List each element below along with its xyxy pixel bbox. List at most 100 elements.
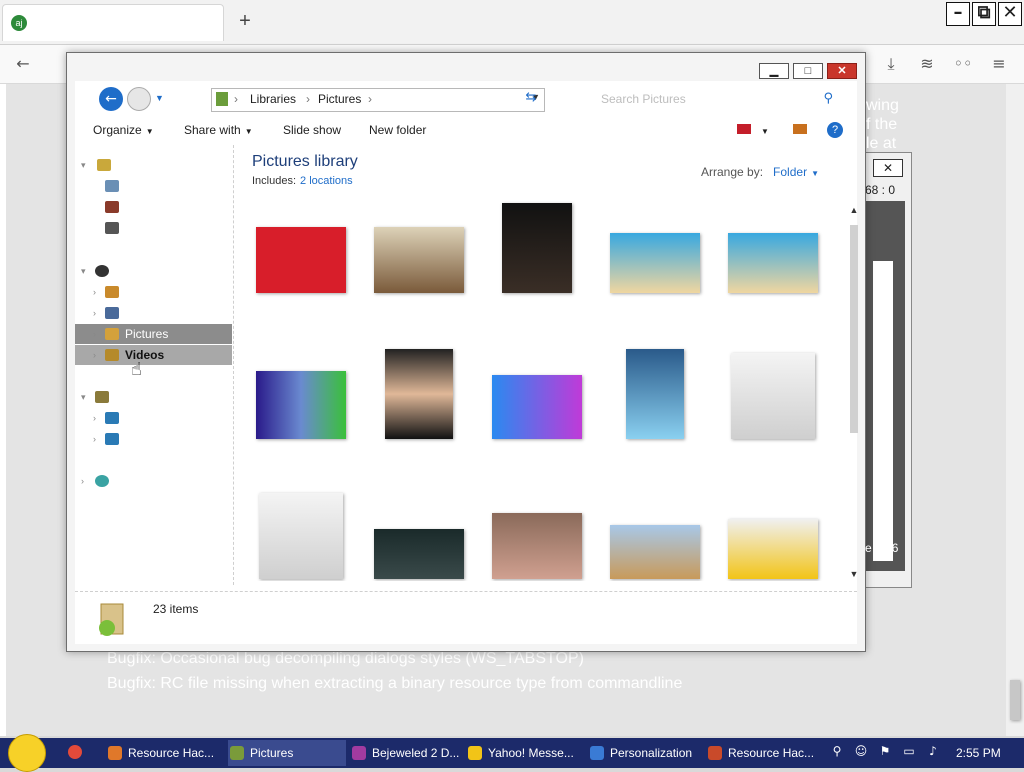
thumbnail-image[interactable] <box>728 233 818 293</box>
nav-libraries[interactable]: ▾ Libraries <box>75 261 232 281</box>
back-arrow-icon[interactable]: ← <box>12 53 34 75</box>
breadcrumb-pictures[interactable]: Pictures <box>318 92 361 106</box>
nav-music[interactable]: › Music <box>75 303 232 323</box>
expand-icon[interactable]: › <box>93 324 96 344</box>
nav-computer[interactable]: ▾ Computer <box>75 387 232 407</box>
thumbnail-item[interactable]: morbius-4k-cover <box>481 201 593 327</box>
taskbar-button[interactable]: Resource Hac... <box>706 740 818 766</box>
chevron-down-icon[interactable]: ▼ <box>811 169 819 178</box>
nav-recent-places[interactable]: Recent Places <box>75 218 232 238</box>
download-icon[interactable]: ⤓ <box>880 53 902 75</box>
thumbnail-item[interactable]: blue-man <box>599 347 711 473</box>
thumbnail-item[interactable]: made-in-logo <box>481 347 593 473</box>
thumbnail-item[interactable]: desktop.ini <box>717 347 829 473</box>
search-icon[interactable]: ⚲ <box>830 744 844 758</box>
thumbnail-item[interactable]: gentleman-comic-panel2 <box>717 201 829 327</box>
organize-button[interactable]: Organize ▼ <box>93 123 154 137</box>
thumbnail-image[interactable] <box>256 227 346 293</box>
thumbnail-item[interactable]: toilet-closeup <box>363 201 475 327</box>
expand-icon[interactable]: ▾ <box>81 387 86 407</box>
volume-icon[interactable]: ♪ <box>926 744 940 758</box>
address-bar[interactable]: › Libraries › Pictures › ▼ <box>211 88 545 112</box>
expand-icon[interactable]: › <box>81 471 84 491</box>
share-with-button[interactable]: Share with ▼ <box>184 123 253 137</box>
thumbnail-item[interactable]: pyramid-of-giza <box>599 487 711 581</box>
expand-icon[interactable]: ▾ <box>81 155 86 175</box>
expand-icon[interactable]: ▾ <box>81 261 86 281</box>
flag-icon[interactable]: ≋ <box>916 53 938 75</box>
restore-icon[interactable]: ⧉ <box>972 2 996 26</box>
taskbar-button[interactable]: Bejeweled 2 D... <box>350 740 462 766</box>
thumbnail-image[interactable] <box>728 519 818 579</box>
browser-tab[interactable]: aj <box>2 4 224 41</box>
monitor-tray-icon[interactable]: ▭ <box>902 744 916 758</box>
nav-downloads[interactable]: Downloads <box>75 197 232 217</box>
taskbar-button[interactable]: Pictures <box>228 740 346 766</box>
scroll-thumb[interactable] <box>850 225 858 433</box>
extension-icon[interactable]: ◦◦ <box>952 53 974 75</box>
taskbar-button[interactable]: Resource Hac... <box>106 740 224 766</box>
expand-icon[interactable]: › <box>93 345 96 365</box>
dialog-close-icon[interactable]: ✕ <box>873 159 903 177</box>
thumbnail-image[interactable] <box>610 525 700 579</box>
thumbnail-image[interactable] <box>374 529 464 579</box>
thumbnail-item[interactable]: tails-hitler-indeed-hitler-is-dead-a...-… <box>245 201 357 338</box>
search-box[interactable]: Search Pictures ⚲ <box>597 88 837 110</box>
minimize-button[interactable]: ▁ <box>759 63 789 79</box>
thumbnail-image[interactable] <box>731 353 815 439</box>
nav-desktop[interactable]: Desktop <box>75 176 232 196</box>
slide-show-button[interactable]: Slide show <box>283 123 341 137</box>
thumbnail-image[interactable] <box>385 349 453 439</box>
flag-tray-icon[interactable]: ⚑ <box>878 744 892 758</box>
thumbnail-image[interactable] <box>256 371 346 439</box>
preview-pane-icon[interactable] <box>793 124 807 134</box>
close-icon[interactable]: ✕ <box>998 2 1022 26</box>
history-dropdown-icon[interactable]: ▼ <box>155 93 164 103</box>
breadcrumb-libraries[interactable]: Libraries <box>250 92 296 106</box>
page-scrollbar[interactable] <box>1006 84 1024 736</box>
view-dropdown-icon[interactable]: ▼ <box>761 127 769 136</box>
thumbnail-item[interactable]: hand-photo <box>481 487 593 581</box>
content-scrollbar[interactable]: ▲ ▼ <box>847 205 861 585</box>
scroll-thumb[interactable] <box>1010 680 1020 720</box>
new-tab-button[interactable]: + <box>234 10 256 32</box>
nav-videos[interactable]: › Videos <box>75 345 232 365</box>
thumbnail-image[interactable] <box>502 203 572 293</box>
thumbnail-image[interactable] <box>259 493 343 579</box>
thumbnail-item[interactable]: mark-zuckerberg <box>363 347 475 473</box>
thumbnail-image[interactable] <box>492 513 582 579</box>
expand-icon[interactable]: › <box>93 303 96 323</box>
start-button[interactable] <box>8 734 46 772</box>
scroll-down-icon[interactable]: ▼ <box>847 569 861 579</box>
menu-icon[interactable]: ≡ <box>988 53 1010 75</box>
maximize-button[interactable]: □ <box>793 63 823 79</box>
thumbnail-item[interactable]: morbius-closeup <box>363 487 475 581</box>
expand-icon[interactable]: › <box>93 429 96 449</box>
expand-icon[interactable]: › <box>93 282 96 302</box>
arrange-dropdown[interactable]: Folder <box>773 165 807 179</box>
taskbar-button[interactable]: Yahoo! Messe... <box>466 740 584 766</box>
nav-pictures[interactable]: › Pictures <box>75 324 232 344</box>
minimize-icon[interactable]: – <box>946 2 970 26</box>
expand-icon[interactable]: › <box>93 408 96 428</box>
nav-network[interactable]: › Network <box>75 471 232 491</box>
new-folder-button[interactable]: New folder <box>369 123 426 137</box>
thumbnail-image[interactable] <box>492 375 582 439</box>
clock[interactable]: 2:55 PM <box>956 746 1001 760</box>
chrome-icon[interactable] <box>68 745 82 759</box>
back-button[interactable]: ← <box>99 87 123 111</box>
thumbnail-image[interactable] <box>626 349 684 439</box>
nav-local-disk[interactable]: › Local Disk (C:) <box>75 408 232 428</box>
forward-button[interactable] <box>127 87 151 111</box>
thumbnail-item[interactable]: usa-map <box>717 487 829 581</box>
taskbar-button[interactable]: Personalization <box>588 740 702 766</box>
thumbnail-item[interactable]: old-man-meme <box>245 347 357 473</box>
messenger-tray-icon[interactable]: ☺ <box>854 744 868 758</box>
thumbnail-item[interactable]: desktop.ini <box>245 487 357 581</box>
view-icon[interactable] <box>737 124 751 134</box>
close-button[interactable]: ✕ <box>827 63 857 79</box>
thumbnail-image[interactable] <box>610 233 700 293</box>
nav-favorites[interactable]: ▾ Favorites <box>75 155 232 175</box>
locations-link[interactable]: 2 locations <box>300 175 353 187</box>
nav-cd-drive[interactable]: › CD Drive (D:) <box>75 429 232 449</box>
